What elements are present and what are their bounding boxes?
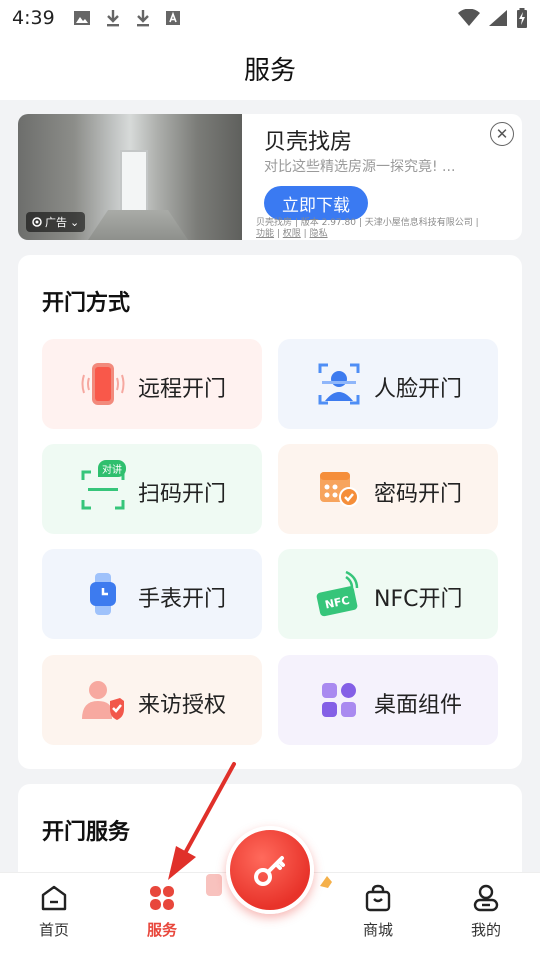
ad-link-privacy[interactable]: 隐私 xyxy=(310,229,328,239)
shop-bag-icon xyxy=(365,884,391,912)
nav-label: 服务 xyxy=(146,921,177,939)
section-title: 开门服务 xyxy=(42,820,131,845)
intercom-tag: 对讲 xyxy=(98,460,126,477)
close-icon[interactable]: ✕ xyxy=(490,122,514,146)
face-scan-icon xyxy=(318,363,360,405)
download-icon xyxy=(136,10,149,27)
status-bar: 4:39 xyxy=(0,0,540,36)
nav-item-profile[interactable]: 我的 xyxy=(446,883,526,940)
font-icon xyxy=(165,11,180,25)
qr-open-button[interactable]: 对讲 扫码开门 xyxy=(42,444,262,534)
wifi-icon xyxy=(458,9,480,26)
widget-icon xyxy=(322,683,356,717)
tile-label: 桌面组件 xyxy=(374,693,463,718)
page-title: 服务 xyxy=(243,55,296,86)
nav-item-service[interactable]: 服务 xyxy=(122,883,202,940)
ad-link-permission[interactable]: 权限 xyxy=(283,229,301,239)
ad-link-function[interactable]: 功能 xyxy=(256,229,274,239)
password-open-button[interactable]: 密码开门 xyxy=(278,444,498,534)
status-time: 4:39 xyxy=(12,7,55,29)
home-icon xyxy=(41,885,67,911)
battery-charging-icon xyxy=(517,8,527,28)
image-icon xyxy=(73,11,90,25)
section-title: 开门方式 xyxy=(42,291,131,316)
tile-label: NFC开门 xyxy=(374,587,463,612)
peek-decoration xyxy=(206,874,222,896)
tile-label: 手表开门 xyxy=(138,587,227,612)
ad-download-button[interactable]: 立即下载 xyxy=(264,186,368,220)
ad-badge[interactable]: 广告 ⌄ xyxy=(26,212,86,232)
phone-vibrate-icon xyxy=(81,363,125,405)
tile-label: 远程开门 xyxy=(138,377,227,402)
tile-label: 来访授权 xyxy=(138,693,227,718)
nav-item-shop[interactable]: 商城 xyxy=(338,883,418,940)
ad-fine-print: 贝壳找房 | 版本 2.97.80 | 天津小屋信息科技有限公司 | 功能 | … xyxy=(256,218,479,239)
password-keypad-icon xyxy=(320,472,359,507)
nav-label: 首页 xyxy=(38,921,69,939)
tile-label: 密码开门 xyxy=(374,482,463,507)
ad-logo-icon xyxy=(32,217,42,227)
ad-image[interactable]: 广告 ⌄ xyxy=(18,114,242,240)
key-icon xyxy=(254,856,285,886)
tile-label: 扫码开门 xyxy=(138,482,227,507)
door-methods-section: 开门方式 远程开门 人脸开门 对讲 扫码开门 密码开门 手表开门 NFC NFC… xyxy=(18,255,522,769)
widget-button[interactable]: 桌面组件 xyxy=(278,655,498,745)
nav-label: 商城 xyxy=(362,921,393,939)
ad-fine-print-main: 贝壳找房 | 版本 2.97.80 | 天津小屋信息科技有限公司 | xyxy=(256,218,479,228)
ad-title: 贝壳找房 xyxy=(264,130,353,155)
ad-banner[interactable]: 广告 ⌄ 贝壳找房 对比这些精选房源一探究竟! ... 立即下载 贝壳找房 | … xyxy=(18,114,522,240)
watch-open-button[interactable]: 手表开门 xyxy=(42,549,262,639)
face-open-button[interactable]: 人脸开门 xyxy=(278,339,498,429)
service-icon xyxy=(150,886,174,910)
peek-decoration-icon xyxy=(320,876,332,888)
chevron-down-icon: ⌄ xyxy=(70,215,80,229)
nfc-open-button[interactable]: NFC NFC开门 xyxy=(278,549,498,639)
visitor-auth-icon xyxy=(82,681,124,720)
ad-subtitle: 对比这些精选房源一探究竟! ... xyxy=(264,159,456,175)
key-open-button[interactable] xyxy=(226,826,314,914)
nav-item-home[interactable]: 首页 xyxy=(14,883,94,940)
ad-badge-label: 广告 xyxy=(45,216,67,229)
nfc-card-icon: NFC xyxy=(316,571,359,617)
smartwatch-icon xyxy=(90,573,116,615)
remote-open-button[interactable]: 远程开门 xyxy=(42,339,262,429)
download-icon xyxy=(106,10,119,27)
header: 服务 xyxy=(0,36,540,100)
nav-label: 我的 xyxy=(470,921,501,939)
profile-icon xyxy=(473,884,499,912)
tile-label: 人脸开门 xyxy=(374,377,463,402)
visitor-auth-button[interactable]: 来访授权 xyxy=(42,655,262,745)
signal-icon xyxy=(489,10,507,26)
